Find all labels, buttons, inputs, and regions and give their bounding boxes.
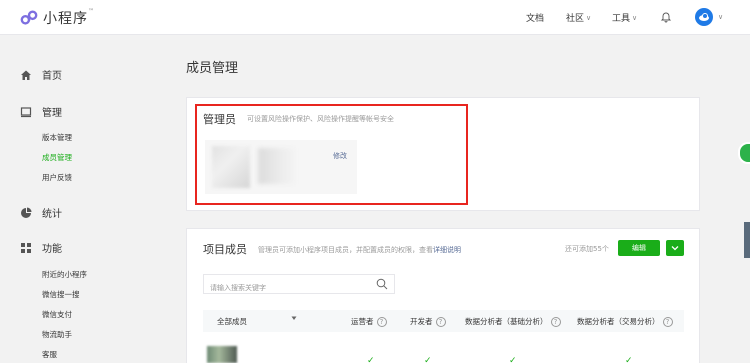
- nav-community[interactable]: 社区 ∨: [566, 0, 591, 35]
- member-search: [203, 274, 395, 297]
- sidebar-item-version[interactable]: 版本管理: [42, 132, 72, 143]
- chevron-down-icon: ∨: [718, 13, 724, 21]
- caret-down-icon: [291, 316, 297, 320]
- page-title: 成员管理: [186, 61, 239, 76]
- avatar: [695, 8, 713, 26]
- sidebar-item-wechat-search[interactable]: 微信搜一搜: [42, 289, 80, 300]
- sidebar-item-home[interactable]: 首页: [20, 67, 62, 82]
- check-icon: ✓: [625, 356, 633, 363]
- members-title: 项目成员: [203, 243, 247, 256]
- members-table-header: 全部成员 运营者? 开发者? 数据分析者（基础分析）? 数据分析者（交易分析）?: [203, 310, 684, 332]
- sidebar-item-wechat-pay[interactable]: 微信支付: [42, 309, 72, 320]
- sidebar-item-nearby[interactable]: 附近的小程序: [42, 269, 87, 280]
- sidebar-item-stats[interactable]: 统计: [20, 205, 62, 220]
- column-operator: 运营者?: [351, 316, 387, 327]
- sidebar-item-feedback[interactable]: 用户反馈: [42, 172, 72, 183]
- logo[interactable]: 小程序™: [20, 8, 95, 28]
- sidebar-item-customer-service[interactable]: 客服: [42, 349, 57, 360]
- column-all-members[interactable]: 全部成员: [217, 316, 247, 327]
- help-icon[interactable]: ?: [435, 316, 446, 327]
- sidebar-item-manage[interactable]: 管理: [20, 104, 62, 119]
- bell-icon[interactable]: [660, 11, 672, 23]
- search-input[interactable]: [204, 279, 364, 297]
- side-widget[interactable]: [744, 222, 750, 258]
- check-icon: ✓: [424, 356, 432, 363]
- admin-avatar: [212, 146, 250, 188]
- members-description: 管理员可添加小程序项目成员，并配置成员的权限，查看详细说明: [258, 246, 461, 254]
- admin-name-blurred: [258, 148, 296, 184]
- sidebar-item-members[interactable]: 成员管理: [42, 152, 72, 163]
- features-icon: [21, 242, 31, 253]
- column-analyst-trade: 数据分析者（交易分析）?: [577, 316, 673, 327]
- admin-edit-link[interactable]: 修改: [333, 151, 347, 161]
- admin-description: 可设置风险操作保护、风险操作提醒等帐号安全: [247, 115, 394, 123]
- column-developer: 开发者?: [410, 316, 446, 327]
- account-menu[interactable]: ∨: [695, 8, 723, 26]
- nav-docs[interactable]: 文档: [526, 0, 544, 35]
- top-bar: 小程序™ 文档 社区 ∨ 工具 ∨ ∨: [0, 0, 750, 35]
- chevron-down-icon: ∨: [586, 13, 592, 22]
- help-icon[interactable]: ?: [550, 316, 561, 327]
- help-icon[interactable]: ?: [376, 316, 387, 327]
- floating-assistant-button[interactable]: [738, 142, 750, 164]
- manage-icon: [20, 106, 32, 117]
- sidebar-item-logistics[interactable]: 物流助手: [42, 329, 72, 340]
- stats-icon: [21, 207, 32, 218]
- mini-program-logo-icon: [20, 10, 38, 25]
- details-link[interactable]: 详细说明: [433, 246, 461, 254]
- members-dropdown-button[interactable]: [666, 240, 684, 256]
- logo-text: 小程序™: [43, 8, 95, 27]
- check-icon: ✓: [367, 356, 375, 363]
- column-analyst-basic: 数据分析者（基础分析）?: [465, 316, 561, 327]
- members-quota: 还可添加55个: [565, 245, 609, 253]
- edit-members-button[interactable]: 编辑: [618, 240, 660, 256]
- admin-title: 管理员: [203, 113, 236, 126]
- home-icon: [21, 70, 31, 80]
- chevron-down-icon: ∨: [632, 13, 638, 22]
- chevron-down-icon: [671, 246, 679, 251]
- sidebar-item-features[interactable]: 功能: [20, 240, 62, 255]
- help-icon[interactable]: ?: [662, 316, 673, 327]
- nav-tools[interactable]: 工具 ∨: [612, 0, 637, 35]
- filter-dropdown[interactable]: [291, 316, 297, 321]
- member-avatar: [207, 346, 237, 363]
- search-icon[interactable]: [376, 278, 388, 290]
- check-icon: ✓: [509, 356, 517, 363]
